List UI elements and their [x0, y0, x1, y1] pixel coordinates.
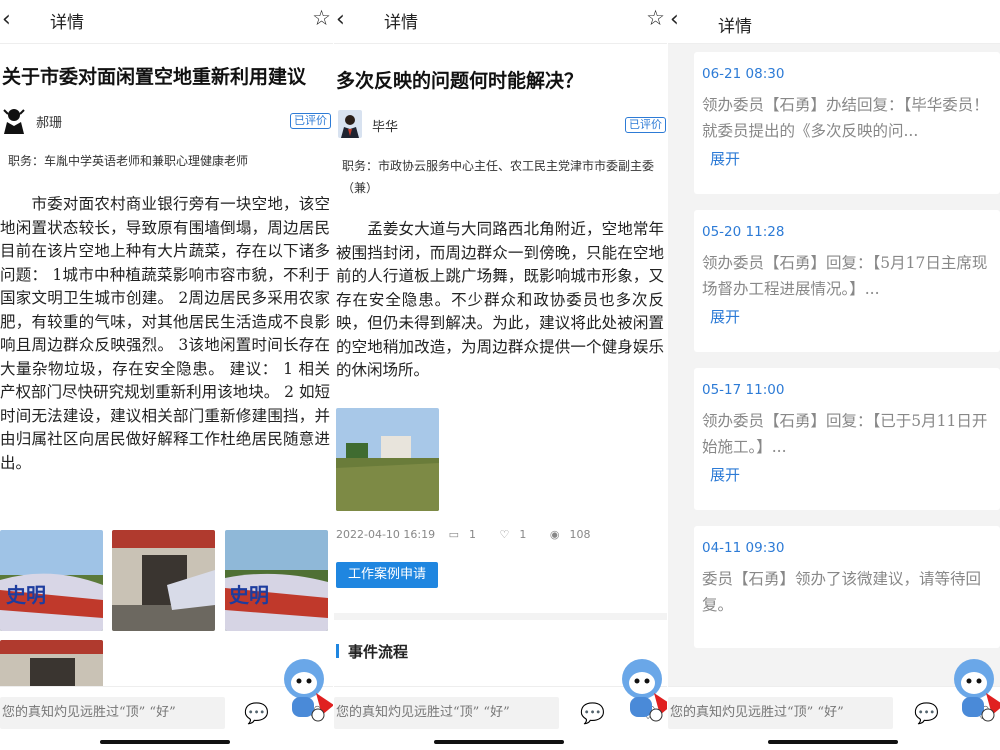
evaluated-badge: 已评价: [625, 117, 666, 133]
author-avatar[interactable]: [2, 106, 26, 134]
comment-input[interactable]: [668, 697, 893, 729]
chevron-left-icon[interactable]: ‹: [670, 6, 679, 34]
timeline-card: 04-11 09:30 委员【石勇】领办了该微建议，请等待回复。: [694, 526, 1000, 648]
comment-input[interactable]: [334, 697, 559, 729]
chevron-left-icon[interactable]: ‹: [336, 6, 345, 34]
comment-icon[interactable]: 💬: [580, 701, 605, 725]
comment-small-icon: ▭: [448, 528, 460, 541]
detail-panel-3: ‹ 详情 06-21 08:30 领办委员【石勇】办结回复：【毕华委员！就委员提…: [668, 0, 1000, 750]
comment-icon[interactable]: 💬: [914, 701, 939, 725]
svg-text:史明: 史明: [229, 583, 269, 607]
author-name: 毕华: [372, 120, 399, 135]
section-divider: [334, 613, 667, 620]
article-photo-2[interactable]: [112, 530, 215, 631]
home-indicator: [768, 740, 898, 744]
comment-icon[interactable]: 💬: [244, 701, 269, 725]
mascot-icon[interactable]: [614, 655, 667, 725]
detail-panel-2: ‹ 详情 ☆ 多次反映的问题何时能解决？ 毕华 已评价 职务：市政协云服务中心主…: [334, 0, 667, 750]
author-name: 郝珊: [36, 116, 63, 131]
article-photo-1[interactable]: 史明: [0, 530, 103, 631]
author-duty: 职务：车胤中学英语老师和兼职心理健康老师: [8, 154, 249, 168]
nav-bar: ‹ 详情 ☆: [334, 0, 667, 44]
timeline-time: 06-21 08:30: [702, 66, 785, 82]
detail-panel-1: ‹ 详情 ☆ 关于市委对面闲置空地重新利用建议 郝珊 已评价 职务：车胤中学英语…: [0, 0, 333, 750]
like-count: ♡ 1: [499, 528, 527, 541]
article-photo-4[interactable]: [0, 640, 103, 690]
article-body: 市委对面农村商业银行旁有一块空地，该空地闲置状态较长，导致原有围墙倒塌，周边居民…: [0, 195, 330, 472]
nav-title: 详情: [384, 13, 418, 33]
expand-link[interactable]: 展开: [710, 306, 740, 327]
star-outline-icon[interactable]: ☆: [312, 6, 331, 30]
svg-text:史明: 史明: [6, 583, 46, 607]
publish-date: 2022-04-10 16:19: [336, 528, 436, 541]
article-title: 多次反映的问题何时能解决？: [336, 70, 584, 92]
comment-count: ▭ 1: [448, 528, 477, 541]
evaluated-badge: 已评价: [290, 113, 331, 129]
timeline-text: 领办委员【石勇】回复：【已于5月11日开始施工。】...: [702, 412, 988, 456]
home-indicator: [434, 740, 564, 744]
expand-link[interactable]: 展开: [710, 148, 740, 169]
view-count: ◉ 108: [549, 528, 591, 541]
article-title: 关于市委对面闲置空地重新利用建议: [2, 66, 307, 88]
timeline-text: 领办委员【石勇】回复：【5月17日主席现场督办工程进展情况。】...: [702, 254, 988, 298]
article-photo[interactable]: [336, 408, 439, 511]
comment-input[interactable]: [0, 697, 225, 729]
section-title: 事件流程: [348, 643, 409, 661]
mascot-icon[interactable]: [946, 655, 1000, 725]
timeline-text: 领办委员【石勇】办结回复：【毕华委员！就委员提出的《多次反映的问...: [702, 96, 989, 140]
article-body: 孟姜女大道与大同路西北角附近，空地常年被围挡封闭，而周边群众一到傍晚，只能在空地…: [336, 220, 664, 379]
nav-title: 详情: [718, 17, 752, 37]
article-stats: 2022-04-10 16:19 ▭ 1 ♡ 1 ◉ 108: [336, 528, 611, 541]
nav-bar: ‹ 详情 ☆: [0, 0, 333, 44]
author-duty: 职务：市政协云服务中心主任、农工民主党津市市委副主委（兼）: [342, 159, 655, 195]
timeline-card: 06-21 08:30 领办委员【石勇】办结回复：【毕华委员！就委员提出的《多次…: [694, 52, 1000, 194]
timeline-text: 委员【石勇】领办了该微建议，请等待回复。: [702, 570, 982, 614]
timeline-card: 05-20 11:28 领办委员【石勇】回复：【5月17日主席现场督办工程进展情…: [694, 210, 1000, 352]
timeline-time: 05-17 11:00: [702, 382, 785, 398]
section-marker: [336, 644, 339, 658]
article-photo-3[interactable]: 史明: [225, 530, 328, 631]
nav-bar: ‹ 详情: [668, 0, 1000, 44]
timeline-time: 05-20 11:28: [702, 224, 785, 240]
expand-link[interactable]: 展开: [710, 464, 740, 485]
author-avatar[interactable]: [338, 110, 362, 138]
home-indicator: [100, 740, 230, 744]
eye-icon: ◉: [549, 528, 560, 541]
timeline-card: 05-17 11:00 领办委员【石勇】回复：【已于5月11日开始施工。】...…: [694, 368, 1000, 510]
star-outline-icon[interactable]: ☆: [646, 6, 665, 30]
apply-case-button[interactable]: 工作案例申请: [336, 562, 439, 588]
timeline-time: 04-11 09:30: [702, 540, 785, 556]
chevron-left-icon[interactable]: ‹: [2, 6, 11, 34]
mascot-icon[interactable]: [276, 655, 333, 725]
nav-title: 详情: [50, 13, 84, 33]
heart-small-icon: ♡: [499, 528, 510, 541]
